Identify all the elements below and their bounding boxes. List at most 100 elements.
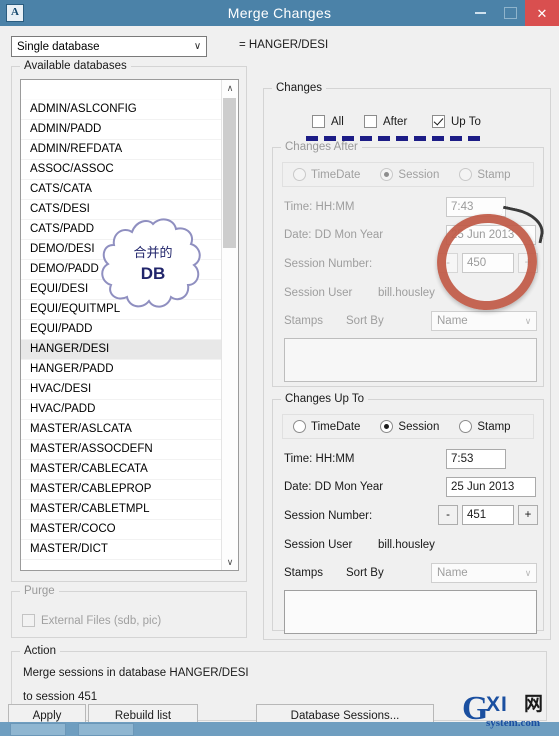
changes-upto-radio-stamp-label: Stamp <box>477 420 511 433</box>
changes-upto-radio-session-control[interactable] <box>380 420 394 433</box>
list-item[interactable]: MASTER/COCO <box>21 520 222 540</box>
close-button[interactable]: ✕ <box>525 0 559 26</box>
list-item[interactable]: CATS/CATA <box>21 180 222 200</box>
scroll-down-icon[interactable]: ∨ <box>222 554 238 570</box>
changes-all-row[interactable]: All <box>312 115 344 128</box>
changes-upto-group-title: Changes Up To <box>281 393 369 405</box>
purge-external-files-label: External Files (sdb, pic) <box>41 614 162 627</box>
minimize-icon <box>474 12 486 14</box>
changes-after-sortby-combo[interactable]: Name ∨ <box>431 311 537 331</box>
changes-after-radio-timedate-label: TimeDate <box>311 168 361 181</box>
list-item[interactable]: MASTER/ASSOCDEFN <box>21 440 222 460</box>
changes-upto-date-input[interactable]: 25 Jun 2013 <box>446 477 536 497</box>
close-icon: ✕ <box>536 5 548 21</box>
purge-external-files-checkbox[interactable] <box>22 614 35 627</box>
changes-upto-session-decrement[interactable]: - <box>438 505 458 525</box>
list-item[interactable]: MASTER/CABLETMPL <box>21 500 222 520</box>
list-scrollbar[interactable]: ∧ ∨ <box>221 80 238 570</box>
changes-upto-stamps-label: Stamps <box>284 567 323 579</box>
changes-upto-sortby-chevron-down-icon: ∨ <box>524 567 532 578</box>
list-item[interactable]: MASTER/CABLEPROP <box>21 480 222 500</box>
changes-upto-stamps-list[interactable] <box>284 590 537 634</box>
list-item[interactable]: DEMO/DESI <box>21 240 222 260</box>
changes-after-session-decrement[interactable]: - <box>438 253 458 273</box>
changes-after-date-label: Date: DD Mon Year <box>284 229 384 241</box>
changes-upto-time-input[interactable]: 7:53 <box>446 449 506 469</box>
changes-after-user-value: bill.housley <box>378 287 435 299</box>
changes-after-user-label: Session User <box>284 287 353 299</box>
changes-after-checkbox[interactable] <box>364 115 377 128</box>
changes-upto-radio-stamp[interactable]: Stamp <box>459 420 511 433</box>
changes-after-radio-session-control[interactable] <box>380 168 394 181</box>
changes-upto-checkbox[interactable] <box>432 115 445 128</box>
database-list: ADMIN/ASLCONFIG ADMIN/PADD ADMIN/REFDATA AS… <box>21 80 222 560</box>
changes-upto-sortby-combo[interactable]: Name ∨ <box>431 563 537 583</box>
changes-after-radio-stamp-label: Stamp <box>477 168 511 181</box>
list-item[interactable]: EQUI/EQUITMPL <box>21 300 222 320</box>
list-item[interactable]: MASTER/ASLCATA <box>21 420 222 440</box>
maximize-button[interactable] <box>495 0 525 26</box>
changes-upto-session-input[interactable]: 451 <box>462 505 514 525</box>
changes-after-time-label: Time: HH:MM <box>284 201 355 213</box>
changes-after-radio-session[interactable]: Session <box>380 168 439 181</box>
changes-all-checkbox[interactable] <box>312 115 325 128</box>
list-item[interactable]: HVAC/DESI <box>21 380 222 400</box>
action-line-2: to session 451 <box>23 691 98 703</box>
purge-group: Purge External Files (sdb, pic) <box>11 585 247 638</box>
changes-after-radio-timedate[interactable]: TimeDate <box>293 168 360 181</box>
purge-external-files-row[interactable]: External Files (sdb, pic) <box>22 614 161 627</box>
database-mode-row: Single database ∨ = HANGER/DESI <box>11 36 551 60</box>
changes-after-session-increment[interactable]: + <box>518 253 538 273</box>
list-item[interactable] <box>21 80 222 100</box>
taskbar-item-2[interactable] <box>78 723 134 736</box>
changes-upto-session-increment[interactable]: + <box>518 505 538 525</box>
database-mode-combo[interactable]: Single database ∨ <box>11 36 207 57</box>
changes-upto-radio-session-label: Session <box>398 420 440 433</box>
list-item[interactable]: HANGER/DESI <box>21 340 222 360</box>
changes-upto-group: Changes Up To TimeDate Session Stamp Tim… <box>272 393 544 634</box>
list-item[interactable]: ASSOC/ASSOC <box>21 160 222 180</box>
changes-after-radio-stamp-control[interactable] <box>459 168 473 181</box>
client-area: Single database ∨ = HANGER/DESI Availabl… <box>0 26 559 736</box>
changes-upto-sortby-label: Sort By <box>346 567 384 579</box>
changes-upto-radio-timedate[interactable]: TimeDate <box>293 420 360 433</box>
taskbar-item-1[interactable] <box>10 723 66 736</box>
changes-after-session-input[interactable]: 450 <box>462 253 514 273</box>
available-databases-listbox[interactable]: ADMIN/ASLCONFIG ADMIN/PADD ADMIN/REFDATA AS… <box>20 79 239 571</box>
changes-upto-user-label: Session User <box>284 539 353 551</box>
list-item[interactable]: ADMIN/REFDATA <box>21 140 222 160</box>
changes-after-time-input[interactable]: 7:43 <box>446 197 506 217</box>
list-item[interactable]: ADMIN/PADD <box>21 120 222 140</box>
button-bar: Apply Rebuild list Database Sessions... <box>0 704 559 736</box>
changes-after-row[interactable]: After <box>364 115 407 128</box>
changes-upto-radio-timedate-label: TimeDate <box>311 420 361 433</box>
changes-after-radio-session-label: Session <box>398 168 440 181</box>
list-item[interactable]: HANGER/PADD <box>21 360 222 380</box>
list-item[interactable]: MASTER/DICT <box>21 540 222 560</box>
list-item[interactable]: CATS/PADD <box>21 220 222 240</box>
changes-upto-row[interactable]: Up To <box>432 115 481 128</box>
list-item[interactable]: CATS/DESI <box>21 200 222 220</box>
changes-title: Changes <box>272 82 327 94</box>
changes-upto-radio-session[interactable]: Session <box>380 420 439 433</box>
minimize-button[interactable] <box>465 0 495 26</box>
purge-title: Purge <box>20 585 59 597</box>
window-controls: ✕ <box>465 0 559 26</box>
changes-after-radio-stamp[interactable]: Stamp <box>459 168 511 181</box>
list-item[interactable]: EQUI/DESI <box>21 280 222 300</box>
selected-database-text: = HANGER/DESI <box>239 39 329 51</box>
scroll-up-icon[interactable]: ∧ <box>222 80 238 96</box>
changes-after-radio-timedate-control[interactable] <box>293 168 306 181</box>
list-item[interactable]: HVAC/PADD <box>21 400 222 420</box>
list-item[interactable]: EQUI/PADD <box>21 320 222 340</box>
list-item[interactable]: DEMO/PADD <box>21 260 222 280</box>
scrollbar-thumb[interactable] <box>223 98 236 248</box>
changes-after-date-input[interactable]: 25 Jun 2013 <box>446 225 536 245</box>
list-item[interactable]: MASTER/CABLECATA <box>21 460 222 480</box>
list-item[interactable]: ADMIN/ASLCONFIG <box>21 100 222 120</box>
changes-after-stamps-list[interactable] <box>284 338 537 382</box>
changes-upto-radio-timedate-control[interactable] <box>293 420 306 433</box>
changes-upto-radio-stamp-control[interactable] <box>459 420 473 433</box>
changes-group: Changes All After Up To Changes After Ti… <box>263 82 551 640</box>
action-line-1: Merge sessions in database HANGER/DESI <box>23 667 249 679</box>
